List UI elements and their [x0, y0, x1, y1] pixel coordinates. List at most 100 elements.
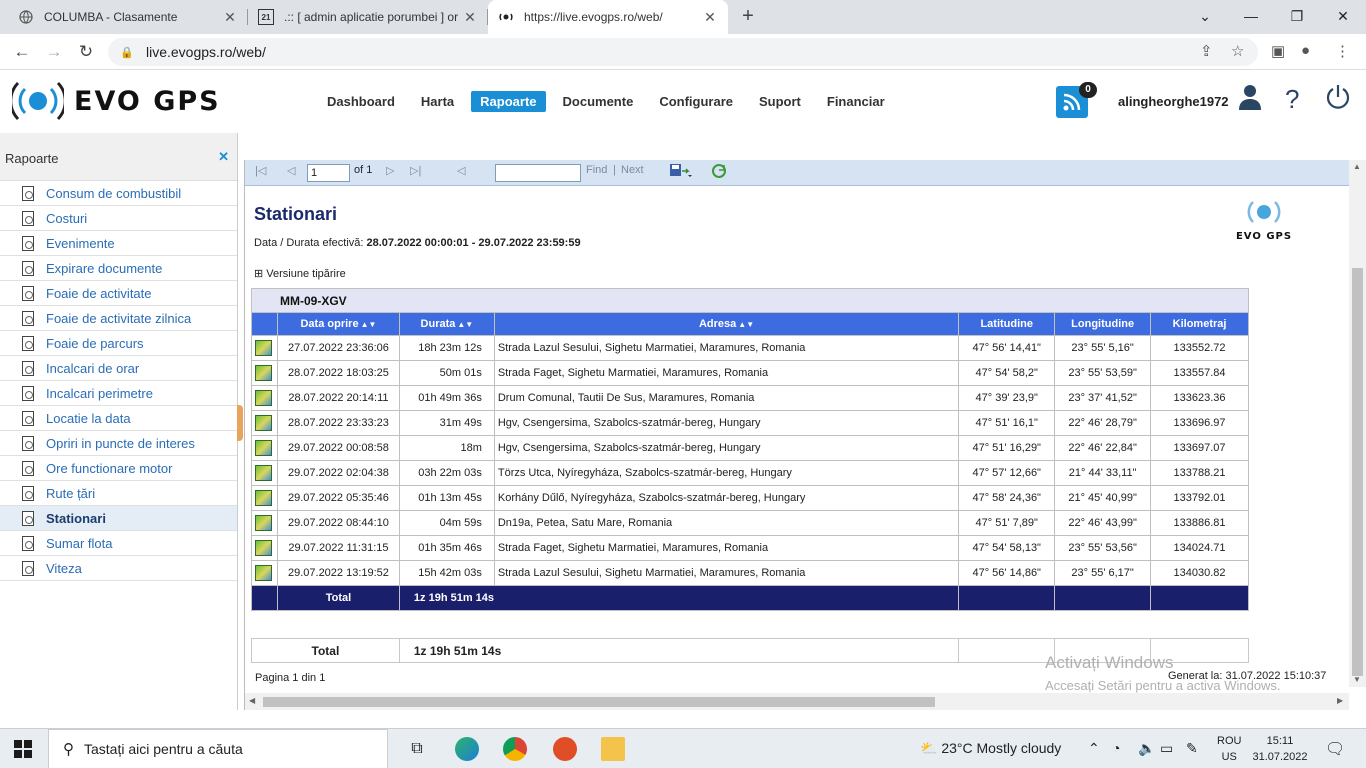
file-explorer-icon[interactable]: [601, 737, 625, 761]
battery-icon[interactable]: ▭: [1160, 740, 1173, 757]
map-icon[interactable]: [255, 465, 272, 481]
nav-configurare[interactable]: Configurare: [650, 91, 742, 112]
username[interactable]: alingheorghe1972: [1118, 94, 1229, 109]
help-icon[interactable]: ?: [1285, 84, 1299, 115]
nav-dashboard[interactable]: Dashboard: [318, 91, 404, 112]
weather-widget[interactable]: ⛅ 23°C Mostly cloudy: [920, 740, 1061, 757]
find-input[interactable]: [495, 164, 581, 182]
map-icon[interactable]: [255, 390, 272, 406]
close-window-button[interactable]: ✕: [1320, 0, 1366, 32]
restore-button[interactable]: ❐: [1274, 0, 1320, 32]
clock[interactable]: 15:11 31.07.2022: [1252, 733, 1308, 765]
evogps-logo[interactable]: EVO GPS: [12, 81, 221, 121]
url-field[interactable]: 🔒 live.evogps.ro/web/: [108, 38, 1258, 66]
sidebar-item[interactable]: Incalcari perimetre: [0, 381, 237, 406]
sidebar-item[interactable]: Locatie la data: [0, 406, 237, 431]
nav-harta[interactable]: Harta: [412, 91, 463, 112]
sort-icon[interactable]: ▲▼: [457, 320, 473, 329]
map-icon[interactable]: [255, 565, 272, 581]
sidebar-item[interactable]: Consum de combustibil: [0, 181, 237, 206]
find-link[interactable]: Find: [586, 164, 607, 176]
horizontal-scroll-thumb[interactable]: [263, 697, 935, 707]
sidebar-item[interactable]: Expirare documente: [0, 256, 237, 281]
column-header-data-oprire[interactable]: Data oprire ▲▼: [276, 312, 400, 336]
sidebar-item[interactable]: Opriri in puncte de interes: [0, 431, 237, 456]
forward-button[interactable]: →: [40, 38, 68, 66]
next-page-icon[interactable]: ▷: [386, 164, 394, 177]
chevron-up-icon[interactable]: ⌃: [1088, 740, 1100, 757]
language-indicator[interactable]: ROU US: [1217, 733, 1241, 765]
previous-page-icon[interactable]: ◁: [287, 164, 295, 177]
map-icon[interactable]: [255, 415, 272, 431]
export-icon[interactable]: [669, 163, 693, 182]
sidebar-item[interactable]: Stationari: [0, 506, 237, 531]
pen-icon[interactable]: ✎: [1186, 740, 1198, 757]
user-icon[interactable]: [1238, 84, 1262, 117]
sidebar-item[interactable]: Incalcari de orar: [0, 356, 237, 381]
windows-start-icon[interactable]: [14, 740, 32, 758]
sidebar-collapse-handle[interactable]: [237, 405, 243, 441]
edge-icon[interactable]: [455, 737, 479, 761]
sidebar-item[interactable]: Ore functionare motor: [0, 456, 237, 481]
volume-icon[interactable]: 🔈: [1138, 740, 1155, 757]
sidebar-item[interactable]: Foaie de activitate: [0, 281, 237, 306]
minimize-button[interactable]: —: [1228, 0, 1274, 32]
sidebar-item[interactable]: Viteza: [0, 556, 237, 581]
nav-rapoarte[interactable]: Rapoarte: [471, 91, 546, 112]
close-icon[interactable]: ✕: [218, 149, 229, 165]
close-tab-icon[interactable]: ✕: [702, 9, 718, 26]
scroll-down-icon[interactable]: ▼: [1353, 675, 1361, 684]
scroll-right-icon[interactable]: ▶: [1337, 696, 1343, 705]
taskbar-search[interactable]: ⚲ Tastați aici pentru a căuta: [48, 729, 388, 768]
map-icon[interactable]: [255, 440, 272, 456]
column-header-adresa[interactable]: Adresa ▲▼: [493, 312, 960, 336]
chrome-icon[interactable]: [503, 737, 527, 761]
sidebar-item[interactable]: Foaie de activitate zilnica: [0, 306, 237, 331]
share-icon[interactable]: ⇪: [1200, 42, 1213, 60]
sort-icon[interactable]: ▲▼: [361, 320, 377, 329]
map-icon[interactable]: [255, 340, 272, 356]
network-icon[interactable]: ◔: [1112, 740, 1120, 756]
browser-tab-admin[interactable]: 21 .:: [ admin aplicatie porumbei ] or ✕: [248, 0, 488, 34]
back-button[interactable]: ←: [8, 38, 36, 66]
back-to-parent-icon[interactable]: ◁: [457, 164, 465, 177]
map-icon[interactable]: [255, 490, 272, 506]
scroll-left-icon[interactable]: ◀: [249, 696, 255, 705]
sidebar-item[interactable]: Rute țări: [0, 481, 237, 506]
map-icon[interactable]: [255, 515, 272, 531]
sort-icon[interactable]: ▲▼: [738, 320, 754, 329]
print-version-toggle[interactable]: ⊞ Versiune tipărire: [254, 267, 346, 280]
sidebar-item[interactable]: Sumar flota: [0, 531, 237, 556]
menu-dots-icon[interactable]: ⋮: [1335, 42, 1350, 60]
nav-documente[interactable]: Documente: [554, 91, 643, 112]
new-tab-button[interactable]: +: [738, 6, 758, 28]
next-link[interactable]: Next: [621, 164, 644, 176]
chevron-down-icon[interactable]: ⌄: [1182, 0, 1228, 32]
nav-financiar[interactable]: Financiar: [818, 91, 894, 112]
scroll-up-icon[interactable]: ▲: [1353, 162, 1361, 171]
reload-button[interactable]: ↻: [72, 38, 100, 66]
close-tab-icon[interactable]: ✕: [462, 9, 478, 26]
notifications-icon[interactable]: 🗨: [1325, 739, 1345, 759]
browser-tab-columba[interactable]: COLUMBA - Clasamente ✕: [8, 0, 248, 34]
task-view-icon[interactable]: ⧉: [405, 737, 429, 761]
map-icon[interactable]: [255, 540, 272, 556]
refresh-icon[interactable]: [711, 163, 727, 182]
star-icon[interactable]: ☆: [1231, 42, 1244, 60]
page-number-input[interactable]: 1: [307, 164, 350, 182]
close-tab-icon[interactable]: ✕: [222, 9, 238, 26]
profile-icon[interactable]: ●: [1301, 42, 1310, 59]
nav-suport[interactable]: Suport: [750, 91, 810, 112]
sidebar-item[interactable]: Foaie de parcurs: [0, 331, 237, 356]
map-icon[interactable]: [255, 365, 272, 381]
side-panel-icon[interactable]: ▣: [1271, 42, 1285, 60]
sidebar-item[interactable]: Evenimente: [0, 231, 237, 256]
app-icon[interactable]: [553, 737, 577, 761]
horizontal-scrollbar[interactable]: ◀ ▶: [245, 693, 1349, 710]
vertical-scroll-thumb[interactable]: [1352, 268, 1363, 676]
browser-tab-evogps[interactable]: https://live.evogps.ro/web/ ✕: [488, 0, 728, 34]
power-icon[interactable]: [1325, 84, 1351, 117]
sidebar-item[interactable]: Costuri: [0, 206, 237, 231]
first-page-icon[interactable]: |◁: [255, 164, 266, 177]
column-header-durata[interactable]: Durata ▲▼: [398, 312, 495, 336]
